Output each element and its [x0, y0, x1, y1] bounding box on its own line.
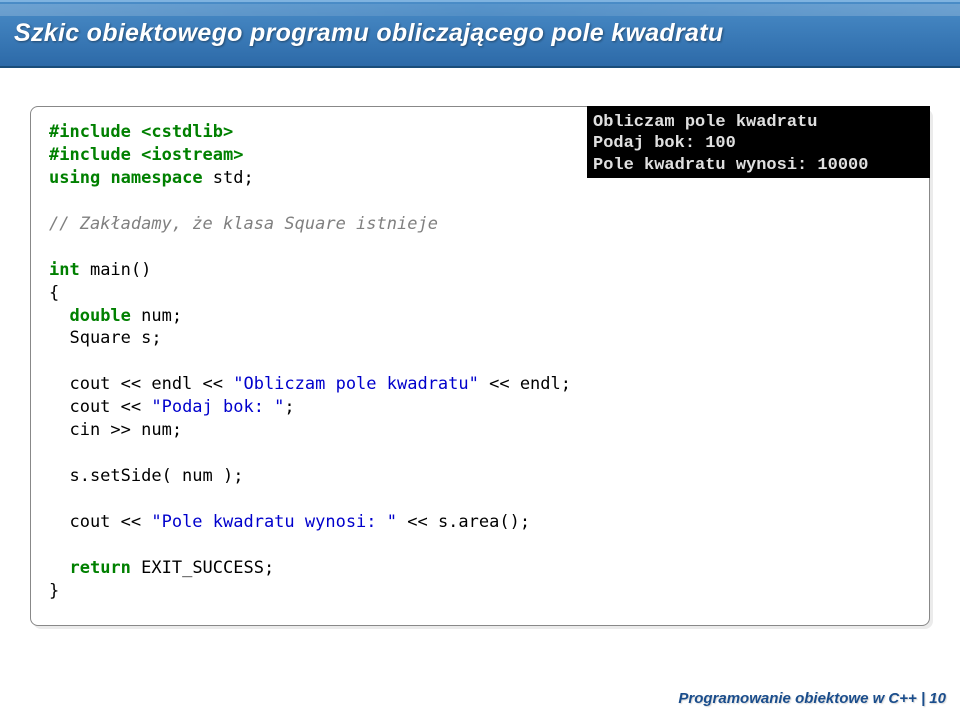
terminal-line3: Pole kwadratu wynosi: 10000 [593, 156, 868, 175]
slide-title: Szkic obiektowego programu obliczającego… [14, 19, 723, 48]
code-comment: // Zakładamy, że klasa Square istnieje [49, 214, 438, 234]
code-lbrace: { [49, 283, 59, 303]
code-return-tail: EXIT_SUCCESS; [131, 558, 274, 578]
code-double-kw: double [69, 306, 130, 326]
footer-text: Programowanie obiektowe w C++ | 10 [678, 690, 946, 707]
code-return-kw: return [69, 558, 130, 578]
code-int-kw: int [49, 260, 80, 280]
code-cout1-str: "Obliczam pole kwadratu" [233, 374, 479, 394]
code-cout2b: ; [284, 397, 294, 417]
code-num-decl: num; [131, 306, 182, 326]
code-cout1b: << endl; [479, 374, 571, 394]
code-square-decl: Square s; [49, 328, 162, 348]
terminal-line2: Podaj bok: 100 [593, 134, 736, 153]
code-cout1a: cout << endl << [49, 374, 233, 394]
code-rbrace: } [49, 581, 59, 601]
code-main-sig: main() [80, 260, 152, 280]
code-include1: #include <cstdlib> [49, 122, 233, 142]
header-highlight [0, 4, 960, 16]
code-namespace-kw: namespace [110, 168, 202, 188]
code-cout3b: << s.area(); [397, 512, 530, 532]
code-cout2a: cout << [49, 397, 151, 417]
terminal-output: Obliczam pole kwadratu Podaj bok: 100 Po… [587, 106, 930, 178]
code-content: #include <cstdlib> #include <iostream> u… [49, 121, 911, 603]
code-using-kw: using [49, 168, 100, 188]
code-include2: #include <iostream> [49, 145, 243, 165]
code-cout3a: cout << [49, 512, 151, 532]
code-cout2-str: "Podaj bok: " [151, 397, 284, 417]
code-std: std; [203, 168, 254, 188]
header-band: Szkic obiektowego programu obliczającego… [0, 0, 960, 68]
code-cout3-str: "Pole kwadratu wynosi: " [151, 512, 397, 532]
terminal-line1: Obliczam pole kwadratu [593, 113, 817, 132]
code-setside: s.setSide( num ); [49, 466, 243, 486]
code-box: #include <cstdlib> #include <iostream> u… [30, 106, 930, 626]
code-cin: cin >> num; [49, 420, 182, 440]
